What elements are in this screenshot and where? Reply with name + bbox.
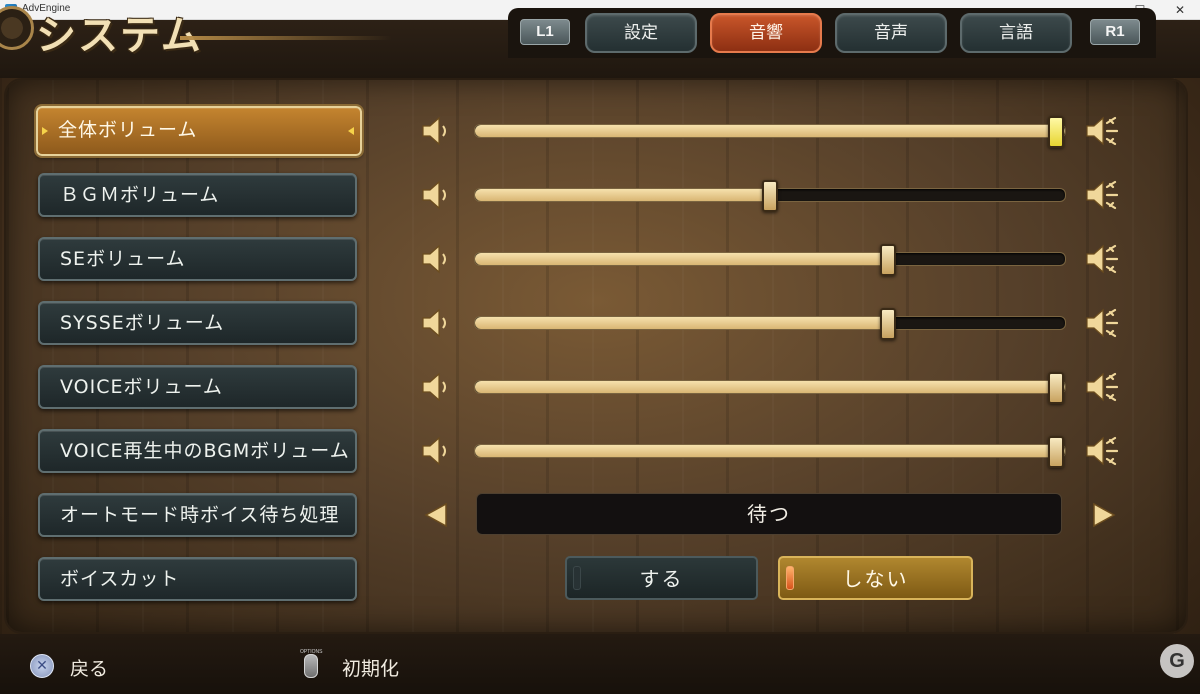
row-voice-volume[interactable]: VOICEボリューム: [38, 365, 357, 409]
page-title: システム: [36, 13, 203, 59]
volume-slider-knob[interactable]: [880, 244, 896, 276]
back-label[interactable]: 戻る: [70, 654, 108, 681]
volume-low-icon: [422, 180, 446, 210]
arrow-right-icon[interactable]: [1090, 502, 1116, 528]
volume-slider-fill: [475, 445, 1065, 457]
volume-slider-track[interactable]: [474, 372, 1066, 404]
toggle-lamp: [786, 566, 794, 590]
volume-slider-track[interactable]: [474, 116, 1066, 148]
volume-high-icon: [1086, 244, 1118, 274]
title-underline: [180, 36, 392, 40]
settings-panel: [4, 78, 1188, 634]
l1-button[interactable]: L1: [520, 19, 570, 45]
tab-voice[interactable]: 音声: [835, 13, 947, 53]
volume-low-icon: [422, 372, 446, 402]
volume-slider-track[interactable]: [474, 308, 1066, 340]
row-voice-bgm-volume[interactable]: VOICE再生中のBGMボリューム: [38, 429, 357, 473]
tab-language[interactable]: 言語: [960, 13, 1072, 53]
toggle-lamp: [573, 566, 581, 590]
volume-low-icon: [422, 436, 446, 466]
volume-low-icon: [422, 308, 446, 338]
volume-low-icon: [422, 244, 446, 274]
volume-slider-knob[interactable]: [762, 180, 778, 212]
volume-high-icon: [1086, 372, 1118, 402]
arrow-left-icon[interactable]: [424, 502, 450, 528]
volume-high-icon: [1086, 308, 1118, 338]
row-bgm-volume[interactable]: ＢＧＭボリューム: [38, 173, 357, 217]
volume-slider-knob[interactable]: [880, 308, 896, 340]
volume-slider-fill: [475, 253, 888, 265]
row-auto-mode-wait[interactable]: オートモード時ボイス待ち処理: [38, 493, 357, 537]
volume-high-icon: [1086, 180, 1118, 210]
volume-slider-knob[interactable]: [1048, 372, 1065, 404]
site-logo: G: [1160, 644, 1194, 678]
voice-cut-off-button[interactable]: しない: [778, 556, 973, 600]
volume-slider-track[interactable]: [474, 436, 1066, 468]
voice-cut-off-label: しない: [842, 567, 909, 591]
volume-high-icon: [1086, 116, 1118, 146]
volume-slider-track[interactable]: [474, 244, 1066, 276]
tab-settings[interactable]: 設定: [585, 13, 697, 53]
reset-label[interactable]: 初期化: [342, 654, 399, 681]
cross-button-icon[interactable]: ✕: [30, 654, 54, 678]
volume-slider-knob[interactable]: [1048, 116, 1065, 148]
auto-mode-value: 待つ: [476, 493, 1062, 535]
volume-high-icon: [1086, 436, 1118, 466]
row-voice-cut[interactable]: ボイスカット: [38, 557, 357, 601]
volume-low-icon: [422, 116, 446, 146]
volume-slider-knob[interactable]: [1048, 436, 1065, 468]
row-sysse-volume[interactable]: SYSSEボリューム: [38, 301, 357, 345]
volume-slider-fill: [475, 381, 1065, 393]
volume-slider-fill: [475, 189, 770, 201]
close-button[interactable]: ✕: [1160, 0, 1200, 20]
footer-band: [0, 634, 1200, 694]
volume-slider-track[interactable]: [474, 180, 1066, 212]
tab-sound[interactable]: 音響: [710, 13, 822, 53]
volume-slider-fill: [475, 125, 1065, 137]
options-button-icon[interactable]: [304, 654, 318, 678]
voice-cut-on-button[interactable]: する: [565, 556, 758, 600]
volume-slider-fill: [475, 317, 888, 329]
row-master-volume[interactable]: 全体ボリューム: [34, 104, 364, 158]
voice-cut-on-label: する: [639, 567, 684, 591]
row-se-volume[interactable]: SEボリューム: [38, 237, 357, 281]
r1-button[interactable]: R1: [1090, 19, 1140, 45]
